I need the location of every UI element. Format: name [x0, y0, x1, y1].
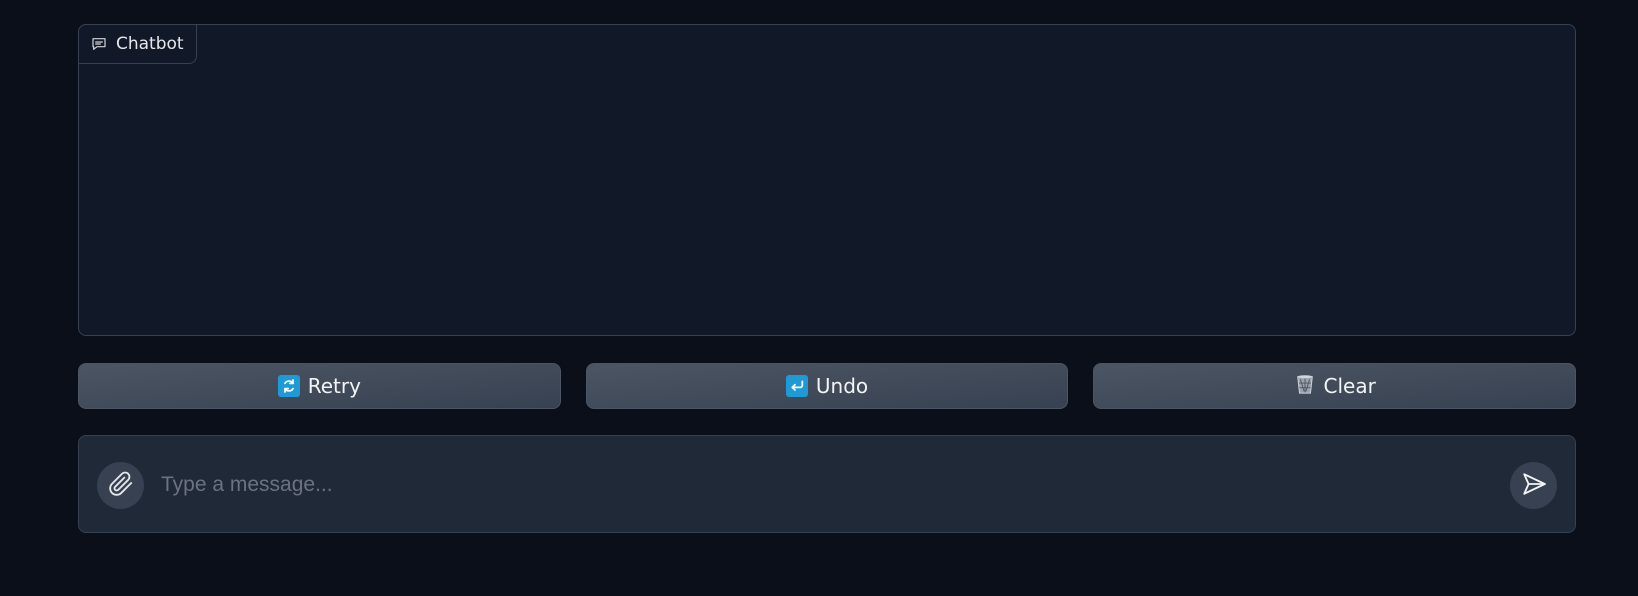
chatbot-panel: Chatbot	[78, 24, 1576, 336]
chatbot-label-tab: Chatbot	[78, 24, 197, 64]
attach-file-button[interactable]	[97, 462, 144, 509]
chatbot-label-text: Chatbot	[116, 34, 184, 54]
message-composer	[78, 435, 1576, 533]
chat-bubble-icon	[91, 36, 107, 52]
send-icon	[1521, 471, 1547, 501]
message-input[interactable]	[159, 464, 1463, 506]
send-button[interactable]	[1510, 462, 1557, 509]
retry-label: Retry	[307, 374, 361, 398]
retry-icon	[277, 375, 300, 397]
retry-button[interactable]: Retry	[78, 363, 561, 409]
paperclip-icon	[108, 471, 134, 501]
undo-button[interactable]: Undo	[585, 363, 1069, 409]
wastebasket-icon	[1294, 373, 1316, 400]
undo-label: Undo	[815, 374, 869, 398]
action-button-row: Retry Undo Clear	[78, 363, 1577, 409]
clear-button[interactable]: Clear	[1093, 363, 1577, 409]
undo-icon	[785, 375, 808, 397]
clear-label: Clear	[1323, 374, 1376, 398]
